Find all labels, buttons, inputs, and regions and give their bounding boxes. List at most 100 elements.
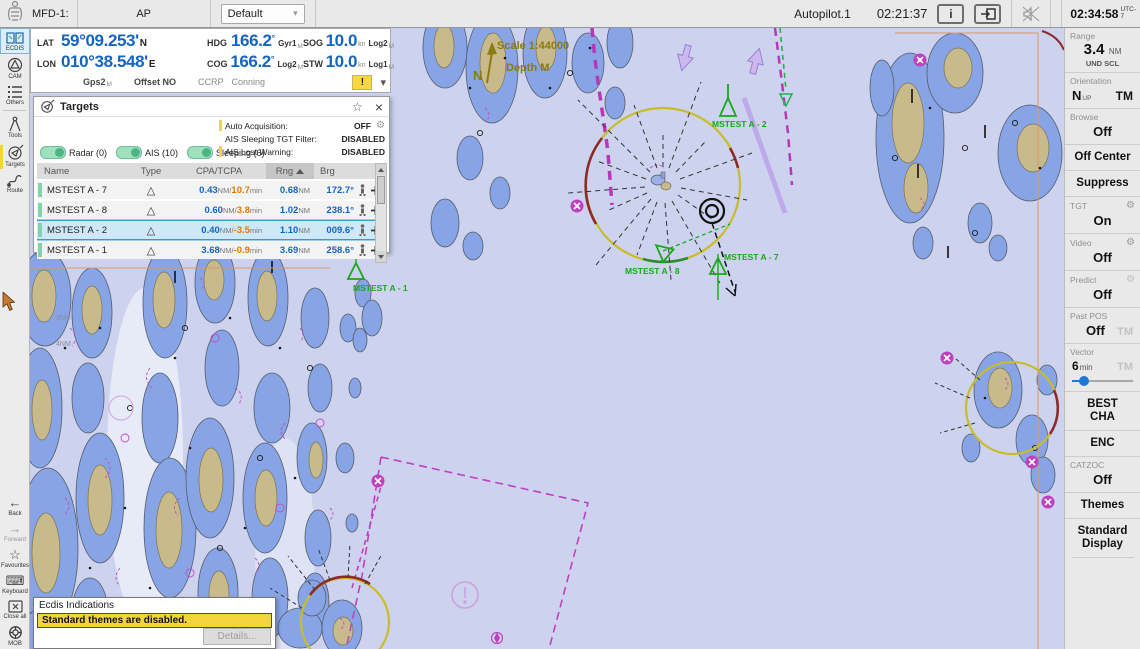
top-bar: MFD-1: AP Default ▾ Autopilot.1 02:21:37… xyxy=(0,0,1140,28)
target-row[interactable]: MSTEST A - 7 △ 0.43NM/10.7min 0.68NM 172… xyxy=(37,181,375,199)
orientation-section[interactable]: Orientation N UP TM xyxy=(1065,73,1140,109)
range-scale-note: UND SCL xyxy=(1070,59,1135,68)
themes-button[interactable]: Themes xyxy=(1065,493,1140,519)
offset-status[interactable]: Offset NO xyxy=(134,77,176,87)
cog-readout: COG 166.2 ° Log2 M xyxy=(207,52,303,73)
close-icon[interactable]: × xyxy=(375,99,383,115)
ais-filter-setting[interactable]: AIS Sleeping TGT Filter: DISABLED xyxy=(219,132,385,145)
scale-text: Scale 1:44000 xyxy=(497,40,569,52)
alert-indicator-bar xyxy=(0,145,3,169)
mob-button[interactable]: MOB xyxy=(0,622,30,649)
range-section[interactable]: Range 3.4 NM UND SCL xyxy=(1065,28,1140,73)
favourites-button[interactable]: ☆ Favourites xyxy=(0,545,30,571)
radar-toggle[interactable]: Radar (0) xyxy=(40,146,107,159)
scroll-down-button[interactable] xyxy=(376,251,386,262)
video-section[interactable]: Video ⚙ Off xyxy=(1065,234,1140,271)
panel-title: Targets xyxy=(60,101,99,113)
target-row-selected[interactable]: MSTEST A - 2 △ 0.40NM/-3.5min 1.10NM 009… xyxy=(37,221,375,239)
range-value: 3.4 xyxy=(1084,41,1105,58)
toggle-switch[interactable] xyxy=(40,146,66,159)
ais-info-icon[interactable] xyxy=(358,204,367,216)
sidebar-item-tools[interactable]: Tools xyxy=(0,113,30,141)
forward-button[interactable]: → Forward xyxy=(0,519,30,545)
toggle-switch[interactable] xyxy=(116,146,142,159)
left-toolbar: ECDIS CAM Others Tools Targets xyxy=(0,28,30,649)
suppress-button[interactable]: Suppress xyxy=(1065,171,1140,197)
col-cpa[interactable]: CPA/TCPA xyxy=(172,166,266,177)
sidebar-item-others[interactable]: Others xyxy=(0,82,30,108)
col-brg[interactable]: Brg xyxy=(314,166,358,177)
warning-indicator-bar xyxy=(219,146,222,157)
catzoc-section[interactable]: CATZOC Off xyxy=(1065,457,1140,493)
mode-indicator: AP xyxy=(78,8,210,20)
back-button[interactable]: ← Back xyxy=(0,493,30,519)
targets-panel-header[interactable]: Targets ☆ × xyxy=(34,97,389,117)
vector-time-slider[interactable] xyxy=(1072,376,1133,386)
favourite-star-icon[interactable]: ☆ xyxy=(352,100,363,114)
ccrp-label: CCRP xyxy=(198,77,224,87)
enc-button[interactable]: ENC xyxy=(1065,431,1140,457)
autopilot-status: Autopilot.1 xyxy=(794,7,851,21)
keyboard-button[interactable]: ⌨ Keyboard xyxy=(0,571,30,597)
col-rng-sorted[interactable]: Rng xyxy=(266,163,314,179)
ais-type-icon: △ xyxy=(130,184,172,197)
scroll-thumb[interactable] xyxy=(377,176,385,204)
logout-button[interactable] xyxy=(974,4,1001,24)
table-scrollbar[interactable] xyxy=(375,163,387,263)
toggle-switch[interactable] xyxy=(187,146,213,159)
slider-thumb[interactable] xyxy=(1079,376,1089,386)
exit-icon xyxy=(980,8,996,20)
scroll-up-button[interactable] xyxy=(376,164,386,175)
gear-icon[interactable]: ⚙ xyxy=(371,120,385,131)
tgt-section[interactable]: TGT ⚙ On xyxy=(1065,197,1140,234)
col-type[interactable]: Type xyxy=(130,166,172,177)
cam-icon xyxy=(7,57,23,73)
profile-select[interactable]: Default ▾ xyxy=(221,4,305,24)
predict-section[interactable]: Predict ⚙ Off xyxy=(1065,271,1140,308)
ais-type-icon: △ xyxy=(130,224,172,237)
close-all-button[interactable]: Close all xyxy=(0,597,30,622)
pastpos-section[interactable]: Past POS Off TM xyxy=(1065,308,1140,344)
gear-icon[interactable]: ⚙ xyxy=(1126,200,1135,211)
warning-indicator-bar xyxy=(219,120,222,131)
off-center-button[interactable]: Off Center xyxy=(1065,145,1140,171)
best-cha-button[interactable]: BEST CHA xyxy=(1078,392,1128,430)
gear-icon[interactable]: ⚙ xyxy=(1126,237,1135,248)
ais-info-icon[interactable] xyxy=(358,184,367,196)
sidebar-item-cam[interactable]: CAM xyxy=(0,54,30,82)
sog-readout: SOG 10.0 kn Log2 M xyxy=(303,31,394,52)
ais-info-icon[interactable] xyxy=(358,224,367,236)
target-row[interactable]: MSTEST A - 8 △ 0.60NM/3.8min 1.02NM 238.… xyxy=(37,201,375,219)
collapse-chevron-icon[interactable]: ▾ xyxy=(380,76,386,89)
gear-icon[interactable]: ⚙ xyxy=(1126,274,1135,285)
sidebar-item-targets[interactable]: Targets xyxy=(0,141,30,170)
indication-message[interactable]: Standard themes are disabled. xyxy=(37,613,272,628)
details-button[interactable]: Details... xyxy=(203,628,271,645)
route-icon xyxy=(7,173,23,187)
stw-readout: STW 10.0 kn Log1 M xyxy=(303,52,394,73)
ais-label-a7: MSTEST A - 7 xyxy=(724,252,779,262)
north-label: N xyxy=(473,68,482,83)
target-row[interactable]: MSTEST A - 1 △ 3.68NM/-0.9min 3.69NM 258… xyxy=(37,241,375,259)
browse-section[interactable]: Browse Off xyxy=(1065,109,1140,145)
auto-acquisition-setting[interactable]: Auto Acquisition: OFF ⚙ xyxy=(219,119,385,132)
ais-toggle[interactable]: AIS (10) xyxy=(116,146,178,159)
conning-label[interactable]: Conning xyxy=(231,77,265,87)
ais-info-icon[interactable] xyxy=(358,244,367,256)
standard-display-button[interactable]: Standard Display xyxy=(1072,519,1134,558)
vector-section[interactable]: Vector 6 min TM xyxy=(1065,344,1140,392)
position-source[interactable]: Gps2 xyxy=(83,77,106,87)
ais-lost-warning-setting[interactable]: AIS Lost Warning: DISABLED xyxy=(219,145,385,158)
lon-readout: LON 010°38.548' E xyxy=(37,52,207,73)
target-status-bar xyxy=(38,183,42,197)
speaker-muted-icon[interactable] xyxy=(1022,6,1040,22)
lifering-icon xyxy=(7,625,24,640)
info-button[interactable]: i xyxy=(937,4,964,24)
sidebar-item-route[interactable]: Route xyxy=(0,170,30,196)
targets-icon xyxy=(7,144,24,161)
target-status-bar xyxy=(38,223,42,237)
sidebar-item-ecdis[interactable]: ECDIS xyxy=(0,28,30,54)
col-name[interactable]: Name xyxy=(44,166,130,177)
alert-button[interactable]: ! xyxy=(352,75,372,90)
back-arrow-icon: ← xyxy=(9,496,22,510)
